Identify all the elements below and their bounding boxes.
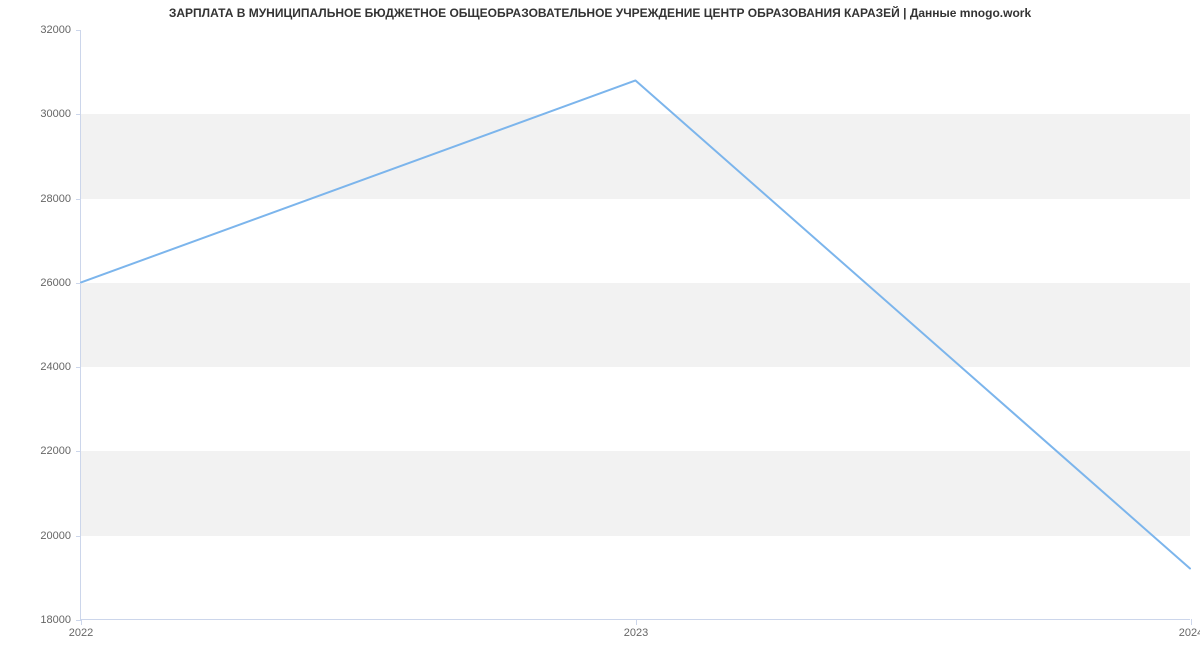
y-tick-label: 28000	[40, 193, 71, 205]
y-tick-label: 26000	[40, 277, 71, 289]
y-tick-label: 20000	[40, 530, 71, 542]
x-tick-mark	[81, 619, 82, 625]
x-tick-mark	[1191, 619, 1192, 625]
x-tick-mark	[636, 619, 637, 625]
series-path	[81, 80, 1190, 568]
y-tick-mark	[76, 199, 81, 200]
x-tick-label: 2022	[69, 627, 93, 639]
y-tick-label: 24000	[40, 361, 71, 373]
y-tick-label: 30000	[40, 108, 71, 120]
chart-title: ЗАРПЛАТА В МУНИЦИПАЛЬНОЕ БЮДЖЕТНОЕ ОБЩЕО…	[0, 6, 1200, 20]
x-tick-label: 2023	[624, 627, 648, 639]
line-series	[81, 30, 1190, 619]
y-tick-mark	[76, 30, 81, 31]
y-tick-mark	[76, 283, 81, 284]
plot-area: 1800020000220002400026000280003000032000…	[80, 30, 1190, 620]
y-tick-label: 18000	[40, 614, 71, 626]
y-tick-label: 22000	[40, 445, 71, 457]
y-tick-mark	[76, 114, 81, 115]
y-tick-mark	[76, 367, 81, 368]
y-tick-mark	[76, 451, 81, 452]
x-tick-label: 2024	[1179, 627, 1200, 639]
y-tick-mark	[76, 536, 81, 537]
salary-chart: ЗАРПЛАТА В МУНИЦИПАЛЬНОЕ БЮДЖЕТНОЕ ОБЩЕО…	[0, 0, 1200, 650]
y-tick-label: 32000	[40, 24, 71, 36]
